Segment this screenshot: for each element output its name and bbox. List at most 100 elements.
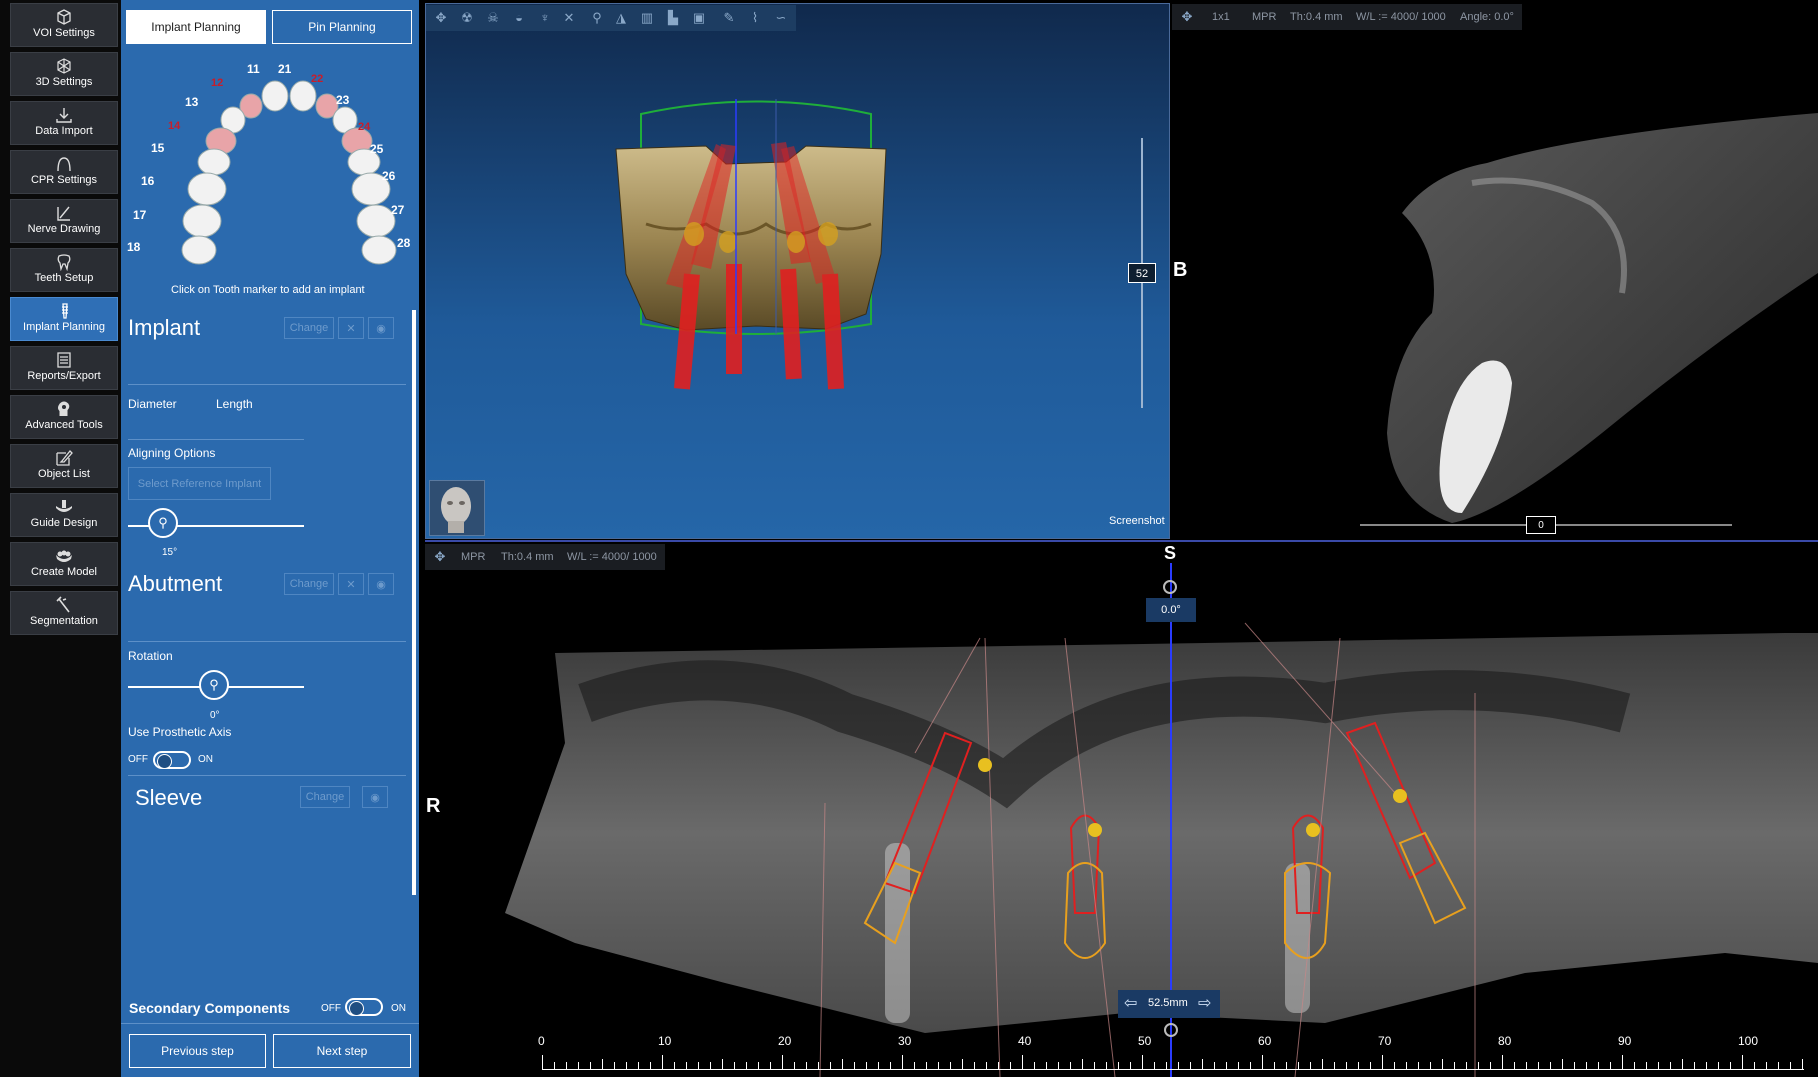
ruler-tick [1526,1062,1527,1069]
ruler-tick [578,1062,579,1069]
guide-icon[interactable]: ◮ [612,9,630,27]
nav-guide-design[interactable]: Guide Design [10,493,118,537]
tooth-17[interactable] [182,204,222,238]
screenshot-button[interactable]: Screenshot [1109,515,1165,527]
select-reference-implant-button[interactable]: Select Reference Implant [128,467,271,500]
nav-label: Guide Design [30,517,98,529]
close-icon[interactable]: ✕ [560,9,578,27]
tooth-label-18: 18 [127,240,141,254]
nav-create-model[interactable]: Create Model [10,542,118,586]
abutment-visibility-button[interactable]: ◉ [368,573,394,595]
nav-reports-export[interactable]: Reports/Export [10,346,118,390]
nav-teeth-setup[interactable]: Teeth Setup [10,248,118,292]
divider [128,439,304,440]
eye-icon: ◉ [376,578,386,591]
nav-object-list[interactable]: Object List [10,444,118,488]
tooth-label-26: 26 [382,169,396,183]
tooth-18[interactable] [181,235,217,265]
nav-nerve-drawing[interactable]: Nerve Drawing [10,199,118,243]
abutment-remove-button[interactable]: ✕ [338,573,364,595]
implant-icon: ⚲ [158,515,168,530]
arrow-right-icon[interactable]: ⇨ [1198,993,1211,1013]
columns-icon[interactable]: ▥ [638,9,656,27]
orientation-label-r: R [426,795,441,817]
implant-visibility-button[interactable]: ◉ [368,317,394,339]
ruler-tick [1634,1062,1635,1069]
sagittal-slider-value[interactable]: 0 [1526,516,1556,534]
ball-icon[interactable]: ◒ [510,9,528,27]
curve-icon[interactable]: ∽ [772,9,790,27]
tooth-label-27: 27 [391,203,405,217]
panoramic-view[interactable]: ✥ MPR Th:0.4 mm W/L := 4000/ 1000 S 0.0°… [425,543,1818,1077]
tooth-icon[interactable]: ♆ [536,9,554,27]
image-icon[interactable]: ▣ [690,9,708,27]
pen-icon[interactable]: ✎ [720,9,738,27]
model-icon[interactable]: ▙ [664,9,682,27]
head-orientation-thumbnail[interactable] [429,480,485,536]
tooth-21[interactable] [289,80,317,112]
ruler-tick [590,1062,591,1069]
3d-cube-icon [57,58,71,74]
tooth-label-14: 14 [168,120,181,132]
sleeve-change-button[interactable]: Change [300,786,350,808]
tooth-15[interactable] [197,148,231,176]
move-icon[interactable]: ✥ [1178,8,1196,26]
secondary-components-toggle[interactable] [345,998,383,1016]
tooth-11[interactable] [261,80,289,112]
implant-remove-button[interactable]: ✕ [338,317,364,339]
tab-pin-planning[interactable]: Pin Planning [272,10,412,44]
ruler-tick [962,1059,963,1069]
ruler-tick [1250,1062,1251,1069]
ruler-tick [1514,1062,1515,1069]
3d-bone-model[interactable] [586,94,926,464]
rotation-slider-knob[interactable]: ⚲ [199,670,229,700]
nav-cpr-settings[interactable]: CPR Settings [10,150,118,194]
tooth-16[interactable] [187,172,227,206]
ruler-tick [1694,1062,1695,1069]
skull-icon[interactable]: ☠ [484,9,502,27]
nerve-icon[interactable]: ⌇ [746,9,764,27]
ruler-tick [1682,1059,1683,1069]
ruler-tick [1802,1059,1803,1069]
ruler-tick [1766,1062,1767,1069]
prosthetic-axis-toggle[interactable] [153,751,191,769]
nav-segmentation[interactable]: Segmentation [10,591,118,635]
ruler-tick [1262,1055,1263,1069]
nav-voi-settings[interactable]: VOI Settings [10,3,118,47]
ruler-tick [794,1062,795,1069]
radiation-icon[interactable]: ☢ [458,9,476,27]
arrow-left-icon[interactable]: ⇦ [1124,993,1137,1013]
nav-advanced-tools[interactable]: Advanced Tools [10,395,118,439]
tooth-label-11: 11 [247,62,260,76]
3d-view[interactable]: ✥ ☢ ☠ ◒ ♆ ✕ ⚲ ◮ ▥ ▙ ▣ ✎ ⌇ ∽ 52 Screensho… [425,3,1170,539]
sagittal-view[interactable]: ✥ 1x1 MPR Th:0.4 mm W/L := 4000/ 1000 An… [1172,3,1818,539]
panel-scrollbar[interactable] [412,310,416,895]
implant-change-button[interactable]: Change [284,317,334,339]
tab-implant-planning[interactable]: Implant Planning [126,10,266,44]
ruler-label: 100 [1738,1034,1759,1048]
ruler-tick [1082,1059,1083,1069]
ruler-tick [626,1062,627,1069]
move-icon[interactable]: ✥ [432,9,450,27]
ruler-tick [1646,1062,1647,1069]
report-icon [57,352,71,368]
implant-icon [62,303,68,319]
next-step-button[interactable]: Next step [273,1034,411,1068]
sleeve-visibility-button[interactable]: ◉ [362,786,388,808]
tooth-28[interactable] [361,235,397,265]
previous-step-button[interactable]: Previous step [129,1034,266,1068]
tooth-label-25: 25 [370,142,384,156]
ruler-tick [878,1062,879,1069]
ruler-tick [1742,1055,1743,1069]
tooth-27[interactable] [356,204,396,238]
abutment-change-button[interactable]: Change [284,573,334,595]
ruler-tick [866,1062,867,1069]
implant-icon[interactable]: ⚲ [588,9,606,27]
slice-slider-value[interactable]: 52 [1128,263,1156,283]
angle-value: 15° [162,547,178,558]
angle-slider-knob[interactable]: ⚲ [148,508,178,538]
nav-3d-settings[interactable]: 3D Settings [10,52,118,96]
nav-implant-planning[interactable]: Implant Planning [10,297,118,341]
rotate-handle-icon[interactable] [1163,580,1177,594]
nav-data-import[interactable]: Data Import [10,101,118,145]
